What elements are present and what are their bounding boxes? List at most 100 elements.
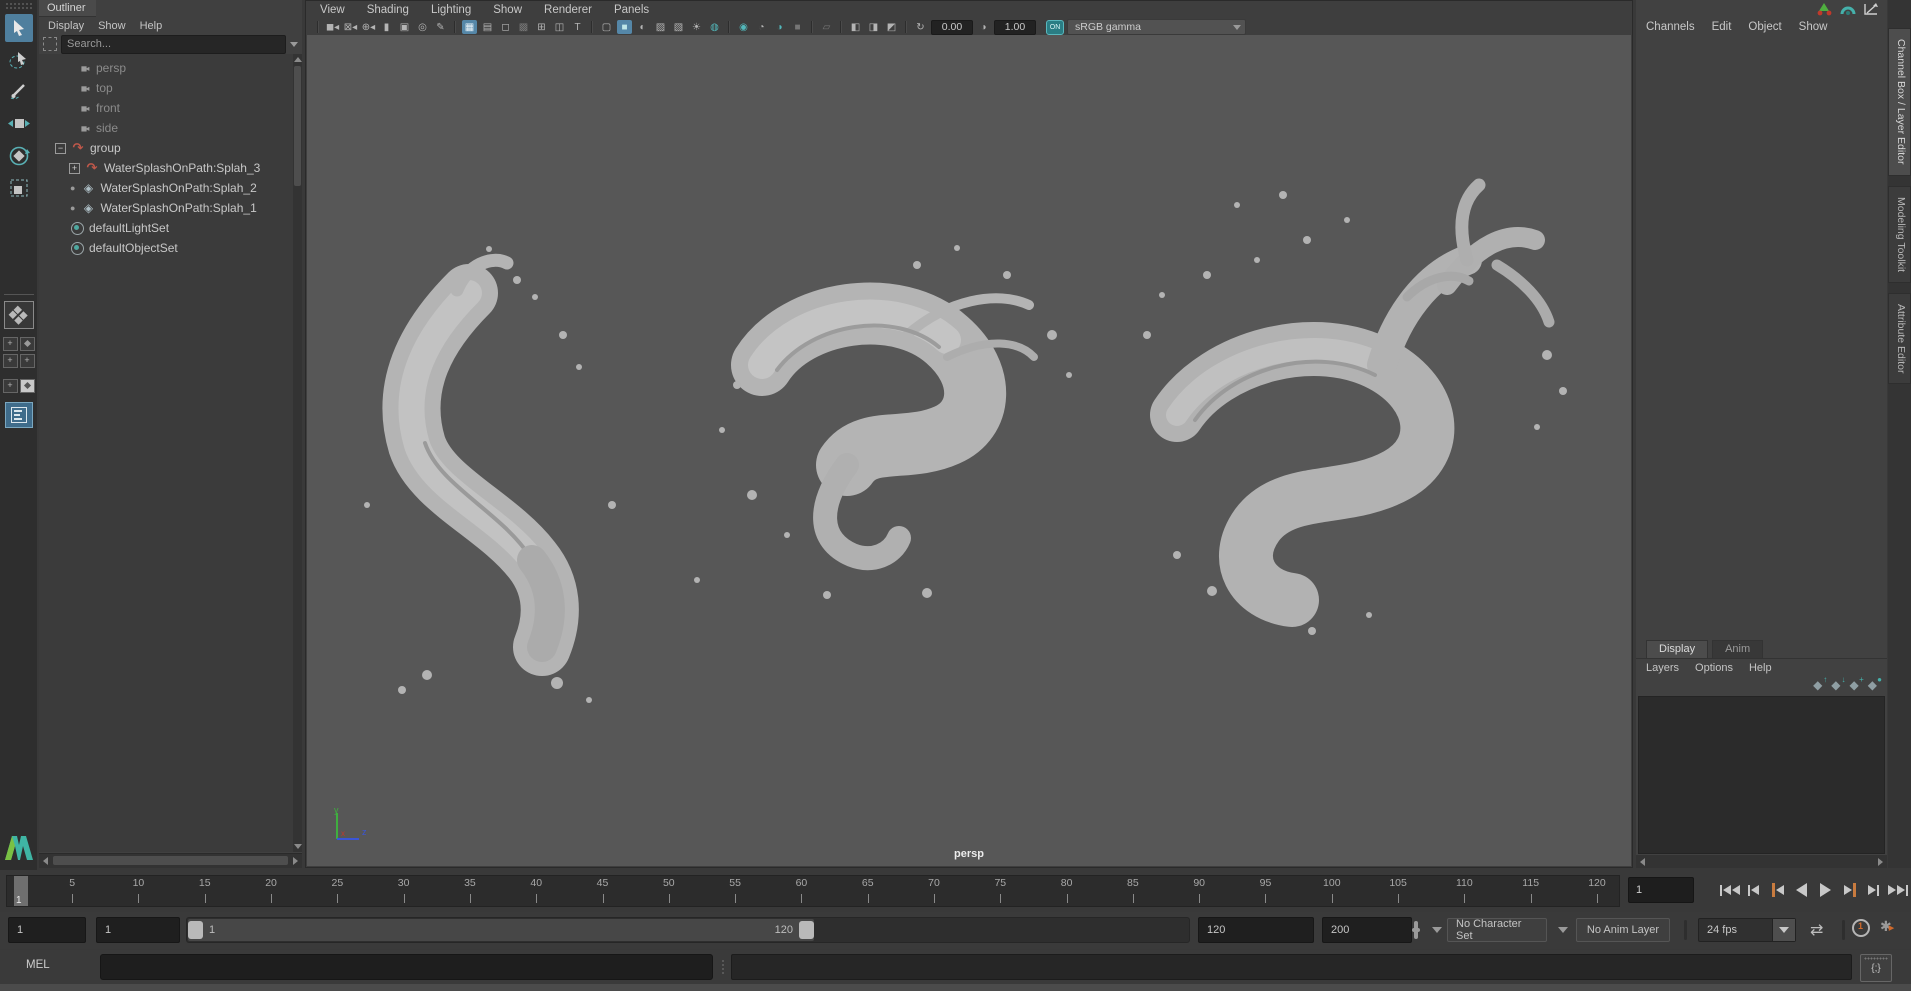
script-editor-button[interactable]: {;} [1860, 954, 1892, 982]
toolbox-grip[interactable] [4, 2, 33, 10]
sidebar-vertical-tab[interactable]: Attribute Editor [1888, 292, 1911, 385]
channel-box-menu-item[interactable]: Channels [1646, 21, 1695, 33]
gate-mask-icon[interactable]: ▩ [516, 20, 531, 34]
range-start-handle[interactable] [188, 921, 203, 939]
command-line-grip[interactable] [721, 959, 725, 975]
film-gate-icon[interactable]: ▤ [480, 20, 495, 34]
play-backwards-button[interactable] [1790, 876, 1813, 904]
layer-editor-menu-item[interactable]: Help [1749, 662, 1772, 674]
outliner-tree-row[interactable]: ● WaterSplashOnPath:Splah_2 [39, 178, 293, 198]
outliner-tree-row[interactable]: ● defaultLightSet [39, 218, 293, 238]
rotate-tool-button[interactable] [5, 142, 33, 170]
move-layer-down-icon[interactable]: ◆ ↓ [1831, 675, 1845, 692]
node-label[interactable]: top [96, 81, 113, 95]
playback-start-field[interactable]: 1 [96, 917, 180, 943]
layer-editor-scrollbar[interactable] [1636, 855, 1887, 868]
camera-attributes-icon[interactable]: ⊕◂ [361, 20, 376, 34]
channel-box-menu-item[interactable]: Show [1799, 21, 1828, 33]
anim-preferences-icon[interactable] [1840, 2, 1856, 16]
scrollbar-thumb[interactable] [294, 66, 301, 186]
resolution-gate-icon[interactable]: ◻ [498, 20, 513, 34]
wireframe-icon[interactable]: ▢ [599, 20, 614, 34]
scroll-up-icon[interactable] [294, 57, 302, 62]
outliner-tree-row[interactable]: ● persp [39, 58, 293, 78]
anim-layer-caret-icon[interactable] [1558, 927, 1568, 933]
outliner-tree-row[interactable]: ● defaultObjectSet [39, 238, 293, 258]
select-tool-button[interactable] [4, 14, 33, 42]
layer-editor-menu-item[interactable]: Options [1695, 662, 1733, 674]
xyz-gizmo-icon[interactable] [1817, 2, 1833, 16]
depth-of-field-icon[interactable]: ◑ [772, 20, 787, 34]
character-set-caret-icon[interactable] [1432, 927, 1442, 933]
display-layer-list[interactable] [1638, 696, 1885, 854]
channel-box-menu-item[interactable]: Object [1748, 21, 1781, 33]
animation-start-field[interactable]: 1 [8, 917, 86, 943]
plus-button[interactable]: + [2, 379, 18, 393]
scale-tool-button[interactable] [5, 174, 33, 202]
expander-icon[interactable] [69, 162, 80, 174]
scroll-left-icon[interactable] [43, 857, 48, 865]
filter-icon[interactable] [43, 37, 57, 51]
sidebar-vertical-tab[interactable]: Modeling Toolkit [1888, 185, 1911, 283]
character-set-selector[interactable]: No Character Set [1447, 918, 1547, 942]
isolate-add-icon[interactable]: ◨ [866, 20, 881, 34]
outliner-tree-row[interactable]: ● group [39, 138, 293, 158]
multisample-icon[interactable]: ■ [790, 20, 805, 34]
graph-icon[interactable] [1863, 2, 1879, 16]
move-layer-up-icon[interactable]: ◆ ↑ [1813, 675, 1827, 692]
bookmark-icon[interactable]: ▮ [379, 20, 394, 34]
step-back-key-button[interactable] [1766, 876, 1789, 904]
isolate-select-icon[interactable]: ◧ [848, 20, 863, 34]
anim-layer-selector[interactable]: No Anim Layer [1576, 918, 1670, 942]
outliner-layout-button[interactable] [4, 402, 33, 428]
sidebar-vertical-tab[interactable]: Channel Box / Layer Editor [1888, 28, 1911, 176]
step-back-frame-button[interactable] [1742, 876, 1765, 904]
auto-keyframe-icon[interactable] [1852, 919, 1870, 937]
isolate-remove-icon[interactable]: ◩ [884, 20, 899, 34]
component-mode-button[interactable] [19, 379, 35, 393]
outliner-horizontal-scrollbar[interactable] [39, 853, 302, 868]
transparency-icon[interactable]: ▧ [671, 20, 686, 34]
contrast-icon[interactable]: ◑ [976, 20, 991, 34]
viewport-menu-item[interactable]: Lighting [431, 4, 471, 16]
exposure-field[interactable]: 0.00 [931, 19, 973, 35]
layer-editor-menu-item[interactable]: Layers [1646, 662, 1679, 674]
animation-preferences-icon[interactable]: ✱ [1880, 918, 1894, 935]
select-marquee-icon[interactable]: ▱ [819, 20, 834, 34]
outliner-menu-item[interactable]: Help [140, 20, 163, 32]
playback-loop-icon[interactable]: ⇄ [1810, 920, 1823, 940]
outliner-menu-item[interactable]: Show [98, 20, 126, 32]
scroll-left-icon[interactable] [1640, 858, 1645, 866]
node-label[interactable]: persp [96, 61, 126, 75]
node-label[interactable]: WaterSplashOnPath:Splah_2 [100, 181, 256, 195]
create-empty-layer-icon[interactable]: ◆ + [1850, 675, 1864, 692]
range-end-handle[interactable] [799, 921, 814, 939]
node-label[interactable]: front [96, 101, 120, 115]
scroll-right-icon[interactable] [1878, 858, 1883, 866]
channel-box-menu-item[interactable]: Edit [1712, 21, 1732, 33]
field-chart-icon[interactable]: ⊞ [534, 20, 549, 34]
lasso-select-tool-button[interactable] [5, 46, 33, 74]
create-layer-from-selected-icon[interactable]: ◆ ● [1868, 675, 1882, 692]
scroll-right-icon[interactable] [293, 857, 298, 865]
node-label[interactable]: WaterSplashOnPath:Splah_3 [104, 161, 260, 175]
command-language-label[interactable]: MEL [26, 959, 50, 971]
add-column-button[interactable]: + [19, 354, 35, 368]
current-frame-field[interactable]: 1 [1628, 877, 1694, 903]
add-row-button[interactable]: + [2, 354, 18, 368]
command-input[interactable] [100, 954, 713, 980]
step-forward-frame-button[interactable] [1862, 876, 1885, 904]
node-label[interactable]: defaultLightSet [89, 221, 169, 235]
scrollbar-thumb[interactable] [53, 856, 288, 865]
node-label[interactable]: defaultObjectSet [89, 241, 178, 255]
safe-action-icon[interactable]: ◫ [552, 20, 567, 34]
shaded-textured-icon[interactable]: ◐ [635, 20, 650, 34]
node-label[interactable]: WaterSplashOnPath:Splah_1 [100, 201, 256, 215]
color-management-toggle[interactable]: ON [1046, 19, 1064, 35]
animation-end-field[interactable]: 200 [1322, 917, 1412, 943]
outliner-tree-row[interactable]: ● front [39, 98, 293, 118]
timeline-playhead[interactable]: 1 [14, 876, 28, 906]
fps-dropdown[interactable]: 24 fps [1698, 918, 1796, 942]
viewport-menu-item[interactable]: Renderer [544, 4, 592, 16]
go-to-start-button[interactable] [1718, 876, 1741, 904]
